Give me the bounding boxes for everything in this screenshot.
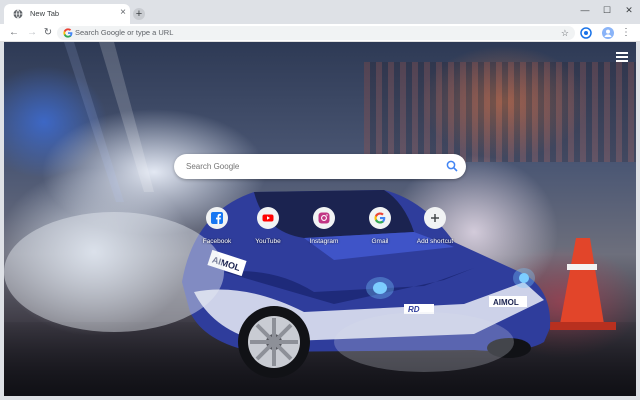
plus-icon — [431, 214, 439, 222]
youtube-icon — [262, 214, 274, 222]
google-icon — [63, 28, 73, 38]
shortcut-label: Add shortcut — [416, 238, 454, 245]
shortcut-youtube[interactable]: YouTube — [240, 207, 296, 251]
maximize-icon[interactable]: ☐ — [600, 4, 614, 16]
hamburger-menu-icon[interactable] — [616, 52, 628, 62]
shortcut-label: Instagram — [309, 238, 339, 245]
google-icon — [374, 212, 386, 224]
shortcut-tile[interactable] — [206, 207, 228, 229]
bumper-sponsor-label: AIMOL — [493, 298, 519, 307]
profile-avatar-icon[interactable] — [602, 27, 614, 39]
shortcut-gmail[interactable]: Gmail — [352, 207, 408, 251]
search-input[interactable]: Search Google — [186, 162, 239, 171]
browser-toolbar: ← → ↻ Search Google or type a URL ☆ ⋮ — [0, 24, 640, 42]
shortcut-label: Facebook — [202, 238, 232, 245]
shortcut-label: Gmail — [371, 238, 389, 245]
facebook-icon — [211, 212, 223, 224]
search-icon[interactable] — [446, 160, 458, 172]
shortcut-facebook[interactable]: Facebook — [189, 207, 245, 251]
new-tab-page: AIMOL AIMOL RD Search Google Facebook Yo… — [4, 42, 636, 396]
tab-close-icon[interactable]: × — [118, 8, 128, 18]
shortcut-tile[interactable] — [369, 207, 391, 229]
close-window-icon[interactable]: ✕ — [622, 4, 636, 16]
shortcut-instagram[interactable]: Instagram — [296, 207, 352, 251]
extension-icon[interactable] — [580, 27, 592, 39]
omnibox-placeholder: Search Google or type a URL — [75, 28, 174, 37]
shortcut-label: YouTube — [255, 238, 281, 245]
new-tab-button[interactable]: + — [133, 8, 145, 20]
instagram-icon — [318, 212, 330, 224]
shortcut-tile[interactable] — [257, 207, 279, 229]
reload-icon[interactable]: ↻ — [42, 27, 54, 39]
shortcut-tile[interactable] — [313, 207, 335, 229]
omnibox[interactable]: Search Google or type a URL ☆ — [57, 26, 575, 40]
shortcut-tile[interactable] — [424, 207, 446, 229]
tab-strip: New Tab × + — ☐ ✕ — [0, 0, 640, 24]
shortcut-add[interactable]: Add shortcut — [407, 207, 463, 251]
tab-title: New Tab — [30, 9, 60, 18]
back-icon[interactable]: ← — [8, 27, 20, 39]
bookmark-star-icon[interactable]: ☆ — [561, 27, 569, 39]
forward-icon[interactable]: → — [26, 27, 38, 39]
tab-new-tab[interactable]: New Tab × — [4, 4, 130, 24]
shortcut-tiles: Facebook YouTube Instagram Gmail Add sho… — [189, 207, 453, 251]
minimize-icon[interactable]: — — [578, 4, 592, 16]
google-search-box[interactable]: Search Google — [174, 154, 466, 179]
globe-icon — [13, 9, 23, 19]
chrome-menu-icon[interactable]: ⋮ — [620, 27, 632, 39]
